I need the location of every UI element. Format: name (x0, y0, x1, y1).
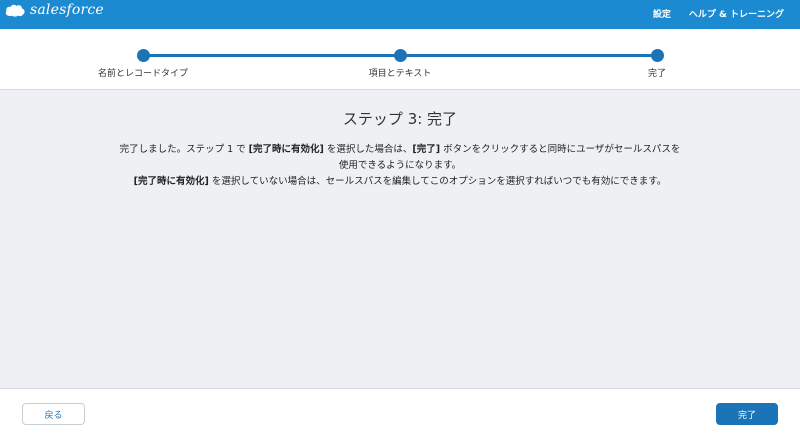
top-header: salesforce 設定 ヘルプ & トレーニング (0, 0, 800, 29)
activate-on-finish-option: [完了時に有効化] (133, 176, 209, 187)
step-2-label: 項目とテキスト (368, 69, 432, 79)
step-2-indicator (394, 49, 407, 62)
step-1-indicator (137, 49, 150, 62)
finish-button[interactable]: 完了 (716, 403, 778, 425)
page-title: ステップ 3: 完了 (342, 110, 458, 128)
step-progress: 名前とレコードタイプ 項目とテキスト 完了 (0, 29, 800, 89)
finish-button-ref: [完了] (412, 144, 441, 155)
message-text: を選択していない場合は、セールスパスを編集してこのオプションを選択すればいつでも… (208, 176, 667, 187)
step-3-label: 完了 (647, 69, 667, 79)
step-3-indicator (651, 49, 664, 62)
settings-link[interactable]: 設定 (653, 7, 671, 20)
footer-bar: 戻る 完了 (0, 388, 800, 434)
step-1-label: 名前とレコードタイプ (97, 69, 189, 79)
header-links: 設定 ヘルプ & トレーニング (653, 7, 784, 20)
main-content: ステップ 3: 完了 完了しました。ステップ 1 で [完了時に有効化] を選択… (0, 89, 800, 389)
message-text: を選択した場合は、 (323, 144, 413, 155)
activate-on-finish-option: [完了時に有効化] (248, 144, 324, 155)
completion-message: 完了しました。ステップ 1 で [完了時に有効化] を選択した場合は、[完了] … (118, 142, 682, 190)
help-training-link[interactable]: ヘルプ & トレーニング (689, 7, 784, 20)
brand-name: salesforce (30, 2, 104, 18)
back-button[interactable]: 戻る (22, 403, 85, 425)
message-text: 完了しました。ステップ 1 で (119, 144, 249, 155)
cloud-icon (5, 4, 25, 17)
salesforce-logo[interactable]: salesforce (4, 2, 104, 18)
